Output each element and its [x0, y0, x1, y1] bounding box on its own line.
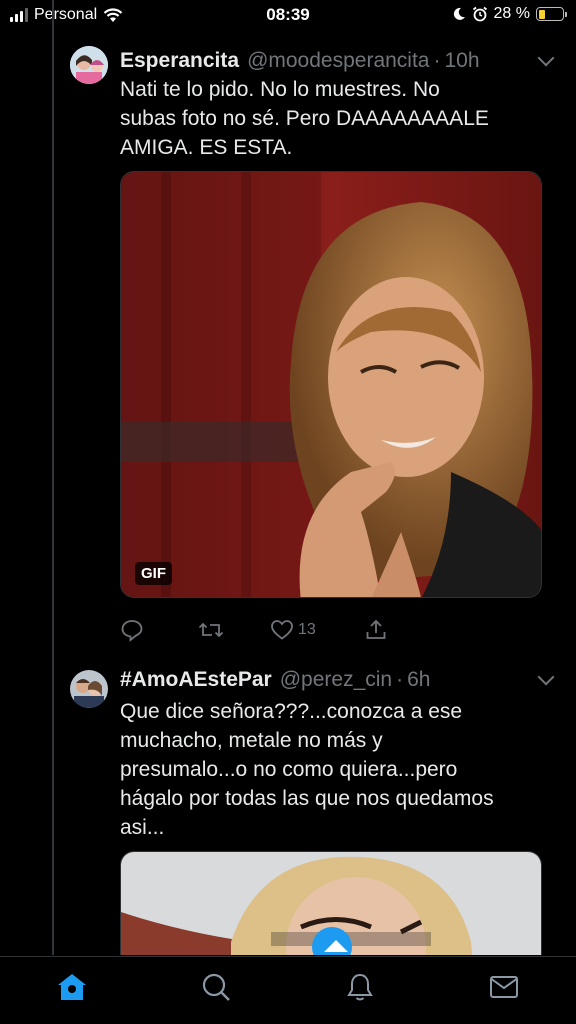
tweet[interactable]: #AmoAEstePar @perez_cin · 6h Que dice se…	[68, 665, 558, 955]
tab-home[interactable]	[52, 967, 92, 1007]
gif-image	[121, 172, 541, 597]
tweet-time: 6h	[407, 668, 431, 691]
search-icon	[202, 973, 230, 1001]
author-handle[interactable]: @moodesperancita	[247, 49, 429, 73]
gif-badge: GIF	[135, 562, 172, 585]
separator-dot: ·	[396, 668, 404, 691]
reply-icon	[121, 620, 143, 642]
avatar[interactable]	[70, 670, 108, 708]
battery-icon	[536, 7, 567, 21]
tweet-header: Esperancita @moodesperancita · 10h	[120, 46, 558, 76]
author-name[interactable]: #AmoAEstePar	[120, 668, 272, 692]
tweet-time: 10h	[444, 49, 480, 72]
like-button[interactable]: 13	[270, 618, 316, 642]
reply-button[interactable]	[120, 618, 144, 642]
chevron-down-icon[interactable]	[537, 49, 555, 67]
home-icon	[58, 974, 86, 1000]
mail-icon	[490, 976, 518, 998]
tab-messages[interactable]	[484, 967, 524, 1007]
retweet-icon	[198, 622, 224, 638]
author-handle[interactable]: @perez_cin	[280, 668, 392, 692]
author-name[interactable]: Esperancita	[120, 49, 239, 73]
moon-icon	[453, 7, 465, 20]
alarm-icon	[472, 6, 487, 22]
battery-percent: 28 %	[493, 5, 530, 22]
share-icon	[366, 619, 386, 639]
retweet-button[interactable]	[198, 618, 224, 642]
separator-dot: ·	[433, 49, 441, 72]
like-count: 13	[298, 621, 316, 638]
tab-search[interactable]	[196, 967, 236, 1007]
chevron-down-icon[interactable]	[537, 668, 555, 686]
tweet-gif[interactable]: GIF	[120, 171, 542, 598]
status-bar: Personal 08:39 28 %	[0, 0, 576, 30]
tweet-text: Nati te lo pido. No lo muestres. No suba…	[120, 78, 489, 159]
bell-icon	[347, 973, 373, 1001]
tweet[interactable]: Esperancita @moodesperancita · 10h Nati …	[68, 40, 558, 650]
heart-icon	[271, 620, 293, 640]
media-image	[121, 852, 541, 955]
thread-line	[52, 0, 54, 955]
tab-notifications[interactable]	[340, 967, 380, 1007]
avatar[interactable]	[70, 46, 108, 84]
share-button[interactable]	[364, 618, 388, 642]
tweet-media[interactable]	[120, 851, 542, 955]
status-right: 28 %	[452, 5, 567, 23]
tweet-text: Que dice señora???...conozca a ese mucha…	[120, 700, 494, 839]
tab-bar	[0, 956, 576, 1024]
tweet-header: #AmoAEstePar @perez_cin · 6h	[120, 665, 558, 695]
